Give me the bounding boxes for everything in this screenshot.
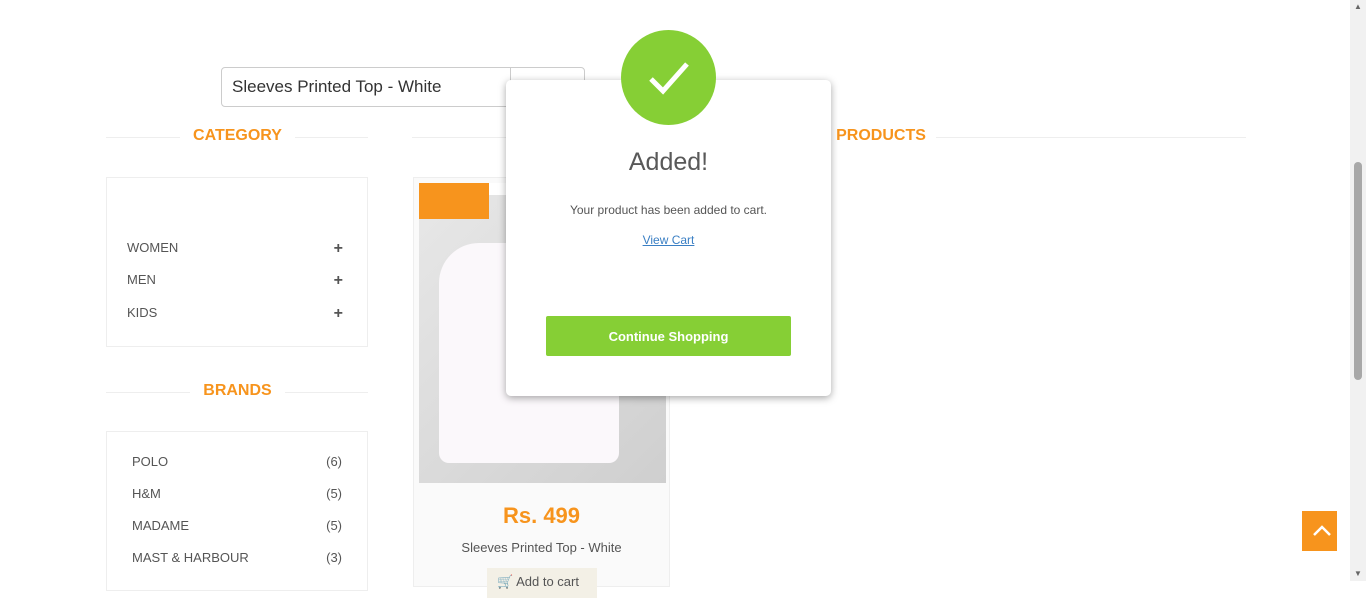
scrollbar-thumb[interactable] [1354,162,1362,380]
cart-icon: 🛒 [497,574,517,589]
continue-shopping-button[interactable]: Continue Shopping [546,316,791,356]
product-price: Rs. 499 [502,503,581,528]
category-item-kids[interactable]: KIDS + [127,305,343,323]
view-cart-link[interactable]: View Cart [506,233,831,247]
success-check-icon [621,30,716,125]
brand-count: (3) [326,550,342,565]
plus-icon[interactable]: + [334,305,343,323]
brand-count: (5) [326,486,342,501]
category-item-men[interactable]: MEN + [127,272,343,290]
scroll-down-arrow-icon[interactable]: ▼ [1354,569,1362,578]
category-label: WOMEN [127,240,179,255]
scroll-to-top-button[interactable] [1302,511,1341,551]
scrollbar[interactable]: ▲ ▼ [1350,0,1366,581]
brand-item[interactable]: MADAME (5) [132,518,342,533]
brand-label: H&M [132,486,161,501]
category-label: MEN [127,272,156,287]
products-heading: PRODUCTS [826,127,936,145]
brand-item[interactable]: H&M (5) [132,486,342,501]
scroll-up-arrow-icon[interactable]: ▲ [1354,2,1362,11]
brand-count: (6) [326,454,342,469]
sale-ribbon [419,183,489,219]
brand-label: POLO [132,454,169,469]
brand-label: MAST & HARBOUR [132,550,249,565]
brand-list: POLO (6) H&M (5) MADAME (5) MAST & HARBOUR (… [106,431,368,591]
plus-icon[interactable]: + [334,272,343,290]
added-dialog: Added! Your product has been added to ca… [506,80,831,396]
category-item-women[interactable]: WOMEN + [127,240,343,258]
add-to-cart-button[interactable]: 🛒 Add to cart [487,568,597,598]
category-heading: CATEGORY [180,127,295,145]
dialog-title: Added! [628,148,709,176]
add-to-cart-label: Add to cart [516,574,579,589]
plus-icon[interactable]: + [334,240,343,258]
brands-heading: BRANDS [190,382,285,400]
brand-count: (5) [326,518,342,533]
category-label: KIDS [127,305,158,320]
dialog-message: Your product has been added to cart. [569,203,768,217]
brand-item[interactable]: MAST & HARBOUR (3) [132,550,342,565]
page-edge [1337,0,1350,581]
brand-label: MADAME [132,518,190,533]
chevron-up-icon [1312,525,1331,536]
category-list: WOMEN + MEN + KIDS + [106,177,368,347]
search-input[interactable]: Sleeves Printed Top - White [221,67,511,107]
product-name[interactable]: Sleeves Printed Top - White [414,540,669,555]
brand-item[interactable]: POLO (6) [132,454,342,469]
